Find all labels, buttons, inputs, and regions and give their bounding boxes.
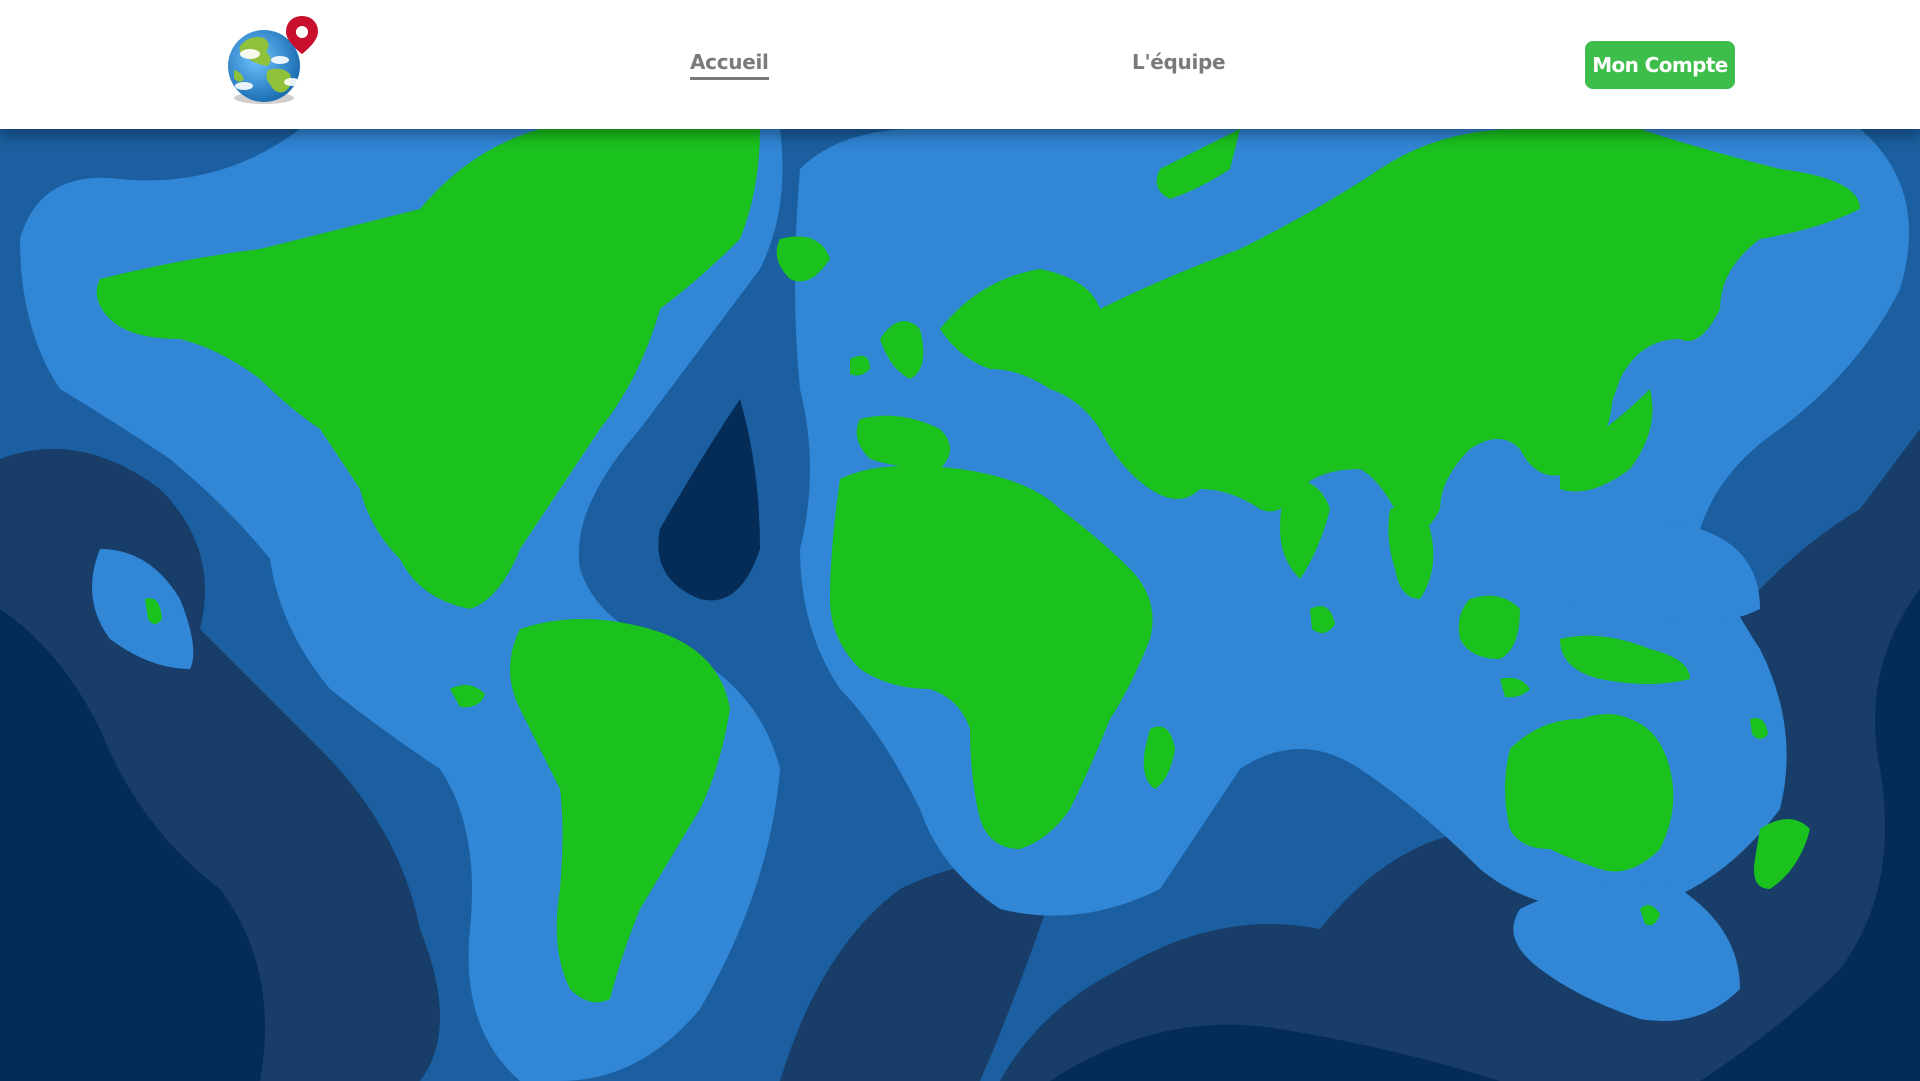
nav-link-home[interactable]: Accueil [690,50,769,80]
world-map-hero [0,129,1920,1081]
my-account-button[interactable]: Mon Compte [1585,41,1735,89]
page: Accueil L'équipe Mon Compte [0,0,1920,1081]
site-logo[interactable] [224,14,324,110]
site-header: Accueil L'équipe Mon Compte [0,0,1920,129]
world-map-illustration [0,129,1920,1081]
nav-link-team[interactable]: L'équipe [1132,50,1226,74]
globe-pin-icon [228,16,318,104]
